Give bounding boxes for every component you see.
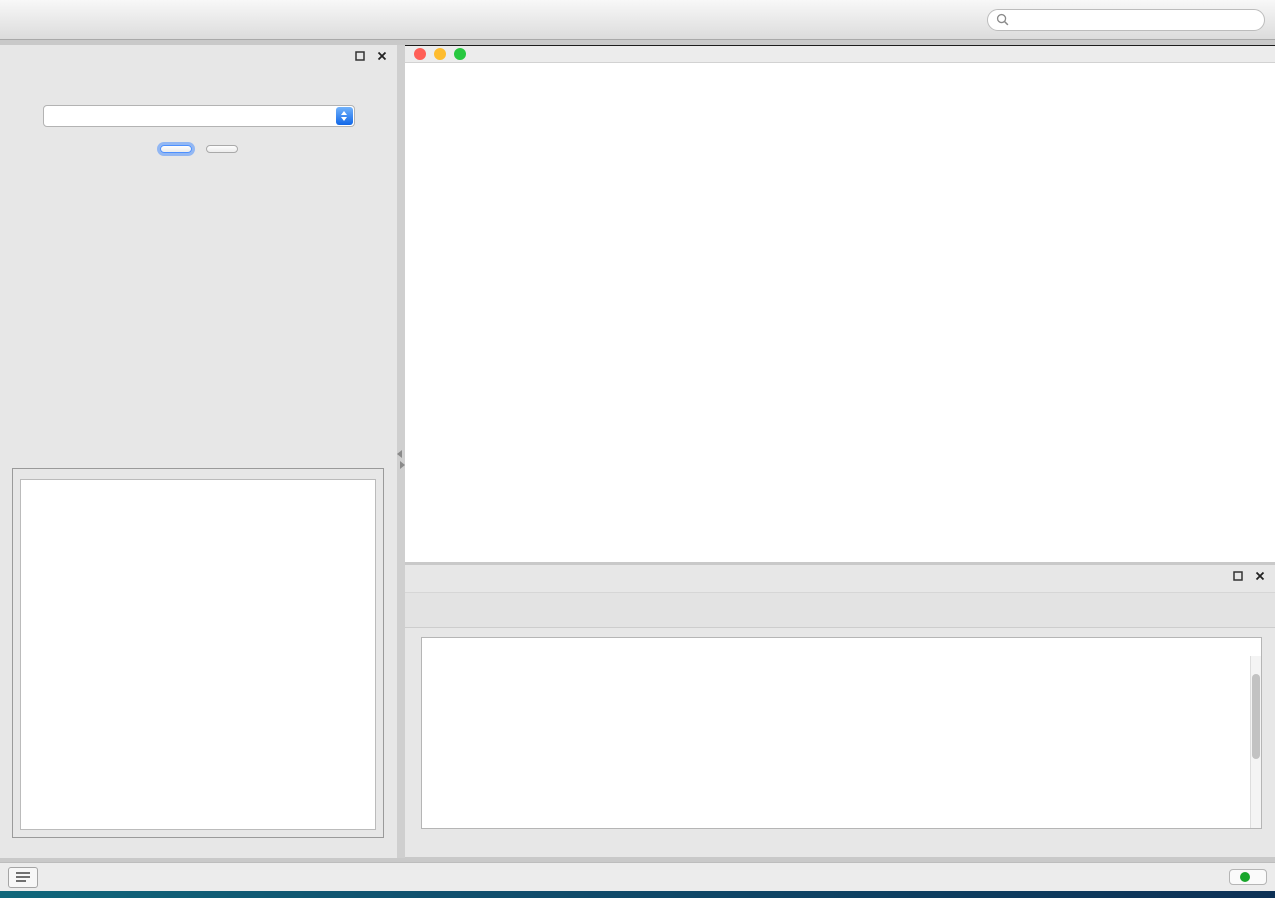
control-panel-header [0, 45, 397, 67]
table-panel [405, 565, 1275, 857]
collapse-left-icon[interactable] [397, 450, 402, 458]
memory-button[interactable] [1229, 869, 1267, 885]
close-table-panel-icon[interactable] [1255, 571, 1265, 581]
desktop-background [0, 0, 1275, 898]
status-bar [0, 862, 1275, 891]
search-icon [996, 13, 1009, 26]
close-window-icon[interactable] [414, 48, 426, 60]
search-box[interactable] [987, 9, 1265, 31]
table-panel-header [405, 565, 1275, 587]
table-toolbar [405, 592, 1275, 628]
table-scrollbar[interactable] [1250, 656, 1261, 828]
table-scrollbar-thumb[interactable] [1252, 674, 1260, 759]
control-panel [0, 45, 397, 858]
panel-splitter[interactable] [397, 45, 405, 858]
dropdown-stepper-icon [336, 107, 353, 125]
run-mcds-button[interactable] [160, 145, 192, 153]
list-menu-icon [15, 871, 31, 883]
network-canvas[interactable] [405, 63, 1275, 561]
main-toolbar [0, 0, 1275, 40]
float-table-panel-icon[interactable] [1233, 571, 1243, 581]
network-titlebar[interactable] [405, 46, 1275, 63]
maximize-window-icon[interactable] [454, 48, 466, 60]
minimize-window-icon[interactable] [434, 48, 446, 60]
close-panel-button[interactable] [206, 145, 238, 153]
node-table [421, 637, 1262, 829]
status-menu-button[interactable] [8, 867, 38, 888]
application-window [0, 0, 1275, 891]
criterion-dropdown[interactable] [43, 105, 355, 127]
mcds-result-groupbox [12, 468, 384, 838]
search-input[interactable] [1014, 13, 1256, 27]
network-view-window [405, 45, 1275, 562]
float-panel-icon[interactable] [355, 51, 365, 61]
close-panel-icon[interactable] [377, 51, 387, 61]
mcds-result-list[interactable] [20, 479, 376, 830]
memory-status-icon [1240, 872, 1250, 882]
network-canvas-svg [405, 63, 1273, 561]
